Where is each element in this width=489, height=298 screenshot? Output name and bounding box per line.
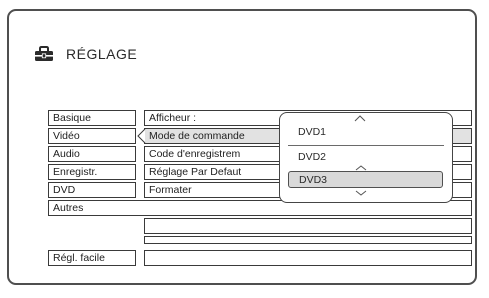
mode-de-commande-popup: DVD1 DVD2 DVD3 bbox=[279, 112, 453, 203]
scroll-up-icon bbox=[354, 115, 366, 122]
empty-row bbox=[144, 218, 472, 234]
popup-item-dvd1[interactable]: DVD1 bbox=[288, 124, 443, 141]
page-title: RÉGLAGE bbox=[66, 46, 138, 62]
selection-pointer bbox=[137, 128, 146, 144]
category-audio[interactable]: Audio bbox=[48, 146, 136, 162]
empty-row-spacer bbox=[144, 236, 472, 244]
regl-facile-value bbox=[144, 250, 472, 266]
popup-item-dvd3[interactable]: DVD3 bbox=[288, 171, 443, 188]
category-basique[interactable]: Basique bbox=[48, 110, 136, 126]
category-enregistr[interactable]: Enregistr. bbox=[48, 164, 136, 180]
category-dvd[interactable]: DVD bbox=[48, 182, 136, 198]
category-video[interactable]: Vidéo bbox=[48, 128, 136, 144]
popup-divider bbox=[288, 145, 444, 146]
popup-item-dvd2[interactable]: DVD2 bbox=[288, 149, 443, 166]
scroll-down-icon bbox=[355, 190, 367, 196]
title-bar: RÉGLAGE bbox=[34, 44, 137, 64]
toolbox-icon bbox=[35, 46, 53, 61]
category-regl-facile[interactable]: Régl. facile bbox=[48, 250, 136, 266]
